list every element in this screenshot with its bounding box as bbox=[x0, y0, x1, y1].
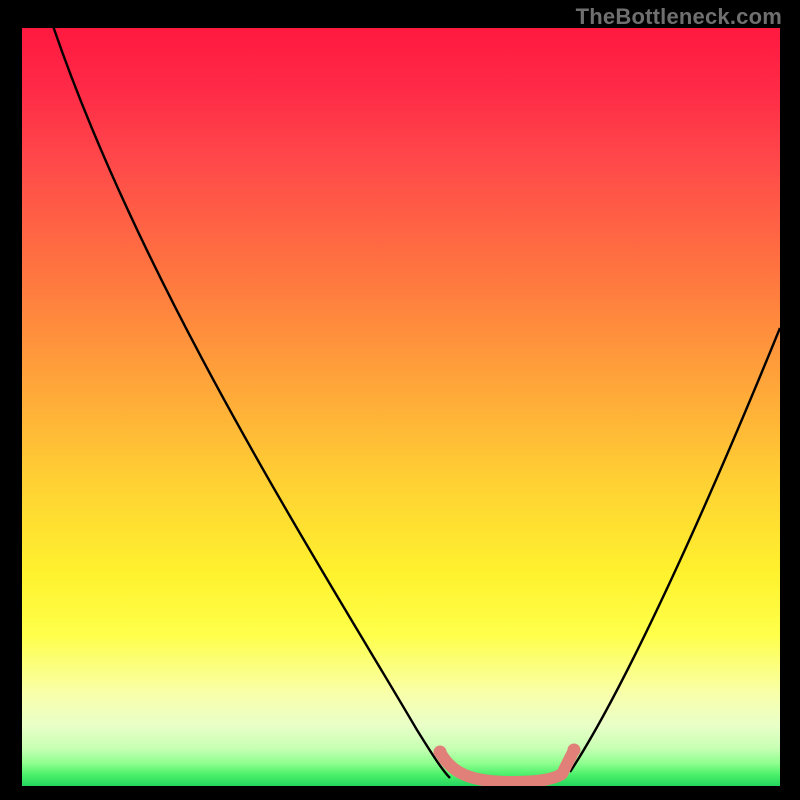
valley-cap-left bbox=[434, 746, 447, 759]
curve-valley-highlight bbox=[440, 750, 574, 782]
curve-left bbox=[52, 28, 450, 778]
watermark-label: TheBottleneck.com bbox=[576, 4, 782, 30]
curve-right bbox=[570, 328, 780, 772]
chart-stage: TheBottleneck.com bbox=[0, 0, 800, 800]
plot-area bbox=[22, 28, 780, 786]
chart-svg bbox=[22, 28, 780, 786]
valley-cap-right bbox=[568, 744, 581, 757]
